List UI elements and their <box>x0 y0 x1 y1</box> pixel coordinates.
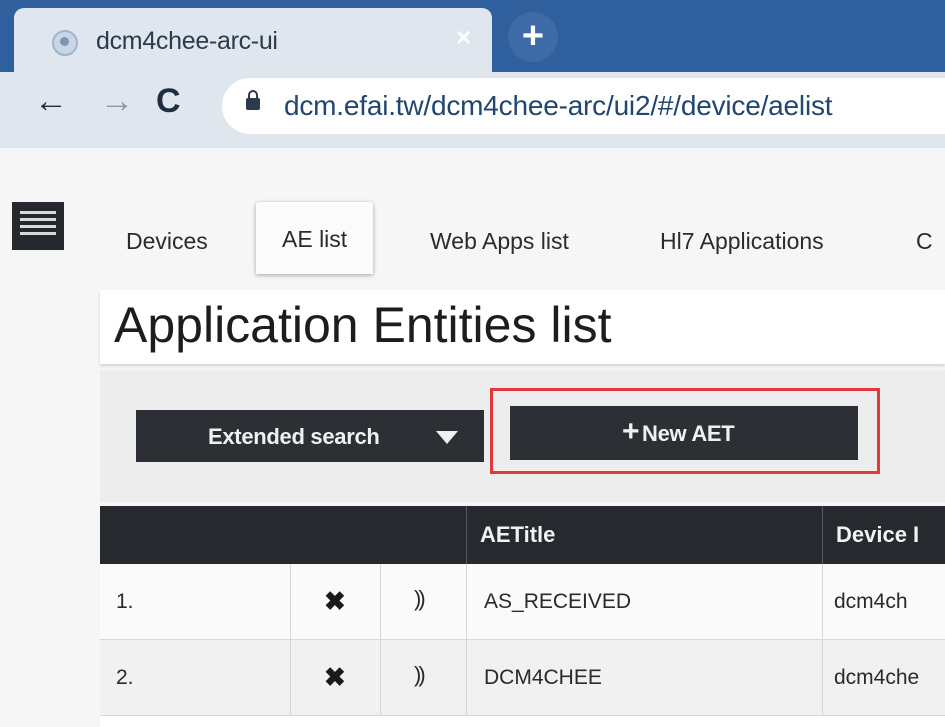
header-divider <box>466 506 467 564</box>
tab-web-apps-list[interactable]: Web Apps list <box>430 228 569 255</box>
browser-toolbar: ← → C dcm.efai.tw/dcm4chee-arc/ui2/#/dev… <box>0 72 945 148</box>
new-tab-button[interactable]: + <box>508 12 558 62</box>
search-area: Extended search + New AET <box>100 370 945 502</box>
title-panel: Application Entities list <box>100 290 945 364</box>
browser-tab[interactable]: dcm4chee-arc-ui × <box>14 8 492 72</box>
caret-down-icon <box>436 431 458 444</box>
extended-search-label: Extended search <box>208 424 380 449</box>
cell-divider <box>380 640 381 716</box>
new-aet-button[interactable]: + New AET <box>510 406 858 460</box>
aetitle-cell: DCM4CHEE <box>484 666 602 689</box>
page-content: Devices AE list Web Apps list Hl7 Applic… <box>0 148 945 727</box>
close-tab-icon[interactable]: × <box>456 24 471 50</box>
menu-line <box>20 211 56 214</box>
cell-divider <box>290 564 291 640</box>
row-index: 1. <box>116 590 134 613</box>
row-index: 2. <box>116 666 134 689</box>
cell-divider <box>466 564 467 640</box>
menu-line <box>20 225 56 228</box>
extended-search-button[interactable]: Extended search <box>136 410 484 462</box>
menu-line <box>20 218 56 221</box>
aetitle-cell: AS_RECEIVED <box>484 590 632 613</box>
cell-divider <box>822 564 823 640</box>
cell-divider <box>380 564 381 640</box>
delete-icon[interactable]: ✖ <box>324 662 346 693</box>
table-row[interactable]: 1. ✖ )) AS_RECEIVED dcm4ch <box>100 564 945 640</box>
browser-tab-title: dcm4chee-arc-ui <box>96 27 278 55</box>
tab-ae-list[interactable]: AE list <box>256 202 374 274</box>
tab-hl7-applications[interactable]: Hl7 Applications <box>660 228 824 255</box>
echo-icon[interactable]: )) <box>414 586 426 612</box>
plus-icon: + <box>622 415 640 448</box>
hamburger-menu-icon[interactable] <box>12 202 64 250</box>
lock-icon[interactable] <box>246 90 260 110</box>
screen: dcm4chee-arc-ui × + ← → C dcm.efai.tw/dc… <box>0 0 945 727</box>
device-cell: dcm4ch <box>834 590 908 613</box>
cell-divider <box>822 640 823 716</box>
favicon-icon <box>52 30 78 56</box>
column-header-aetitle[interactable]: AETitle <box>480 522 555 548</box>
column-header-device[interactable]: Device I <box>836 522 919 548</box>
back-arrow-icon[interactable]: ← <box>34 84 68 118</box>
table-row[interactable]: 2. ✖ )) DCM4CHEE dcm4che <box>100 640 945 716</box>
ae-table: AETitle Device I 1. ✖ )) AS_RECEIVED dcm… <box>100 506 945 727</box>
reload-icon[interactable]: C <box>156 84 181 118</box>
main-nav-tabs: Devices AE list Web Apps list Hl7 Applic… <box>96 196 945 278</box>
cell-divider <box>290 640 291 716</box>
browser-tabstrip: dcm4chee-arc-ui × + <box>0 0 945 72</box>
new-aet-label: New AET <box>642 421 735 446</box>
delete-icon[interactable]: ✖ <box>324 586 346 617</box>
header-divider <box>822 506 823 564</box>
forward-arrow-icon[interactable]: → <box>100 84 134 118</box>
menu-line <box>20 232 56 235</box>
tab-more[interactable]: C <box>916 228 933 255</box>
table-header: AETitle Device I <box>100 506 945 564</box>
cell-divider <box>466 640 467 716</box>
device-cell: dcm4che <box>834 666 920 689</box>
page-title: Application Entities list <box>114 297 612 353</box>
tab-devices[interactable]: Devices <box>126 228 208 255</box>
echo-icon[interactable]: )) <box>414 662 426 688</box>
url-text[interactable]: dcm.efai.tw/dcm4chee-arc/ui2/#/device/ae… <box>284 90 833 122</box>
address-bar[interactable]: dcm.efai.tw/dcm4chee-arc/ui2/#/device/ae… <box>222 78 945 134</box>
